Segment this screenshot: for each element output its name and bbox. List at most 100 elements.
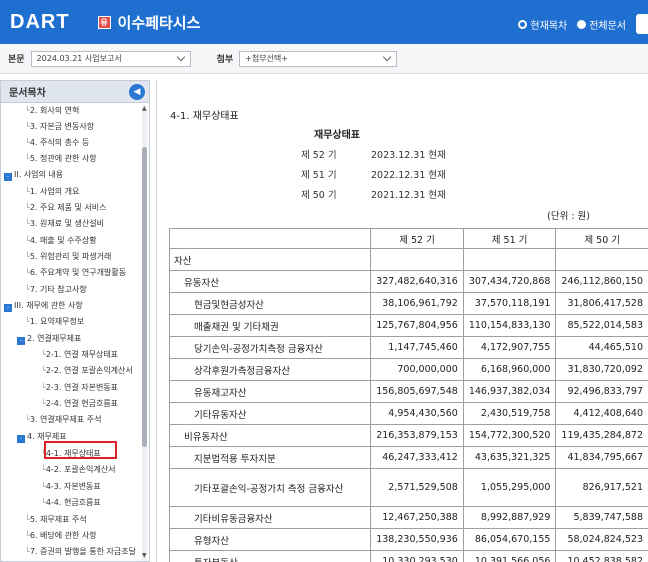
toc-item[interactable]: └4. 주식의 총수 등 — [25, 135, 89, 151]
period-date: 2023.12.31 현재 — [371, 150, 446, 161]
amount-cell — [370, 248, 464, 271]
account-name-cell: 상각후원가측정금융자산 — [168, 358, 372, 381]
toc-item[interactable]: └4. 매출 및 수주상황 — [25, 233, 97, 249]
amount-cell: 2,571,529,508 — [370, 468, 464, 507]
company-name: 이수페타시스 — [117, 13, 201, 32]
balance-sheet-table: 제 52 기 제 51 기 제 50 기 자산 유동자산 327,482,640,3… — [168, 228, 648, 562]
account-name-cell: 매출채권 및 기타채권 — [168, 314, 372, 337]
toc-item[interactable]: └3. 원재료 및 생산설비 — [25, 216, 104, 232]
document-viewer: 4-1. 재무상태표 재무상태표 제 52 기 2023.12.31 현재 제 … — [156, 80, 648, 562]
app-header: DART 유 이수페타시스 현재목차 전체문서 — [0, 0, 648, 44]
toc-item[interactable]: └7. 증권의 발행을 통한 자금조달 — [25, 544, 136, 560]
amount-cell: 700,000,000 — [370, 358, 464, 381]
amount-cell: 146,937,382,034 — [462, 380, 557, 403]
amount-cell: 58,024,824,523 — [555, 528, 648, 551]
amount-cell: 246,112,860,150 — [555, 270, 648, 293]
toc-item[interactable]: └3. 연결재무제표 주석 — [25, 412, 101, 428]
company-badge-icon: 유 — [97, 15, 111, 29]
table-row: 자산 — [168, 248, 648, 271]
toc-item[interactable]: - II. 사업의 내용 — [4, 167, 63, 183]
amount-cell: 8,992,887,929 — [462, 506, 557, 529]
amount-cell: 92,496,833,797 — [555, 380, 648, 403]
account-name-cell: 기타포괄손익-공정가치 측정 금융자산 — [168, 468, 372, 507]
radio-current-label: 현재목차 — [530, 21, 568, 32]
amount-cell: 2,430,519,758 — [462, 402, 557, 425]
amount-cell: 826,917,521 — [555, 468, 648, 507]
amount-cell: 46,247,333,412 — [370, 446, 464, 469]
toc-item[interactable]: └2-3. 연결 자본변동표 — [41, 380, 118, 396]
scroll-down-icon[interactable]: ▼ — [142, 553, 147, 559]
amount-cell: 10,452,838,582 — [555, 550, 648, 562]
toc-item[interactable]: - III. 재무에 관한 사항 — [4, 298, 83, 314]
folder-expanded-icon: - — [17, 337, 25, 345]
toc-item[interactable]: └2-1. 연결 재무상태표 — [41, 347, 118, 363]
amount-cell: 37,570,118,191 — [462, 292, 557, 315]
amount-cell: 38,106,961,792 — [370, 292, 464, 315]
radio-all-document[interactable]: 전체문서 — [577, 17, 626, 32]
account-name-cell: 유동자산 — [168, 270, 372, 293]
toc-item[interactable]: └4-4. 현금흐름표 — [41, 495, 101, 511]
scroll-up-icon[interactable]: ▲ — [142, 106, 147, 112]
period-date: 2022.12.31 현재 — [371, 170, 446, 181]
amount-cell: 44,465,510 — [555, 336, 648, 359]
sidebar-scroll-thumb[interactable] — [142, 147, 147, 447]
attach-select[interactable]: +첨부선택+ — [239, 50, 398, 67]
scope-radio-group: 현재목차 전체문서 — [518, 17, 626, 32]
toc-item[interactable]: └4-3. 자본변동표 — [41, 479, 101, 495]
table-row: 투자부동산10,330,293,53010,391,566,05610,452,… — [168, 550, 648, 562]
amount-cell: 85,522,014,583 — [555, 314, 648, 337]
radio-selected-icon — [518, 20, 528, 29]
chevron-down-icon — [382, 52, 392, 62]
table-row: 유형자산 138,230,550,936 86,054,670,155 58,024,… — [168, 528, 648, 551]
radio-current-toc[interactable]: 현재목차 — [518, 17, 567, 32]
header-edge-button[interactable] — [636, 14, 648, 34]
table-row: 비유동자산 216,353,879,153 154,772,300,520 119,4… — [168, 424, 648, 447]
amount-cell: 307,434,720,868 — [462, 270, 557, 293]
toc-item[interactable]: -2. 연결재무제표 — [17, 331, 81, 347]
amount-cell: 138,230,550,936 — [370, 528, 464, 551]
selected-item-highlight — [44, 441, 117, 459]
table-row: 지분법적용 투자지분 46,247,333,412 43,635,321,325 41… — [168, 446, 648, 469]
toc-item[interactable]: └2. 주요 제품 및 서비스 — [25, 200, 107, 216]
toc-item[interactable]: └5. 재무제표 주석 — [25, 512, 87, 528]
toc-item[interactable]: └2-4. 연결 현금흐름표 — [41, 396, 118, 412]
amount-cell: 119,435,284,872 — [555, 424, 648, 447]
section-title: 4-1. 재무상태표 — [170, 111, 239, 122]
amount-cell: 110,154,833,130 — [462, 314, 557, 337]
toc-item[interactable]: └5. 정관에 관한 사항 — [25, 151, 97, 167]
folder-expanded-icon: - — [17, 435, 25, 443]
table-row: 당기손익-공정가치측정 금융자산 1,147,745,460 4,172,907,7… — [168, 336, 648, 359]
main-doc-select[interactable]: 2024.03.21 사업보고서 — [30, 50, 191, 67]
main-doc-value: 2024.03.21 사업보고서 — [36, 54, 122, 63]
toc-item[interactable]: └1. 요약재무정보 — [25, 314, 84, 330]
account-name-cell: 투자부동산 — [168, 550, 372, 562]
period-label: 제 50 기 — [301, 190, 337, 201]
account-name-cell: 현금및현금성자산 — [168, 292, 372, 315]
amount-cell: 216,353,879,153 — [370, 424, 464, 447]
amount-cell: 12,467,250,388 — [370, 506, 464, 529]
amount-cell: 5,839,747,588 — [555, 506, 648, 529]
unit-label: (단위 : 원) — [547, 211, 590, 222]
toc-item[interactable]: └2-2. 연결 포괄손익계산서 — [41, 363, 133, 379]
toc-item[interactable]: └6. 배당에 관한 사항 — [25, 528, 97, 544]
toc-item[interactable]: └2. 회사의 연혁 — [25, 103, 79, 119]
toc-item[interactable]: └7. 기타 참고사항 — [25, 282, 87, 298]
toc-item[interactable]: └6. 주요계약 및 연구개발활동 — [25, 265, 126, 281]
table-row: 기타유동자산 4,954,430,560 2,430,519,758 4,412,40… — [168, 402, 648, 425]
attach-label: 첨부 — [216, 55, 234, 65]
amount-cell: 154,772,300,520 — [462, 424, 557, 447]
account-name-cell: 지분법적용 투자지분 — [168, 446, 372, 469]
period-date: 2021.12.31 현재 — [371, 190, 446, 201]
toc-item[interactable]: └1. 사업의 개요 — [25, 184, 79, 200]
account-name-cell: 유동재고자산 — [168, 380, 372, 403]
period-label: 제 51 기 — [301, 170, 337, 181]
table-header-row: 제 52 기 제 51 기 제 50 기 — [168, 228, 648, 249]
amount-cell: 10,391,566,056 — [462, 550, 557, 562]
amount-cell: 1,147,745,460 — [370, 336, 464, 359]
toc-item[interactable]: └4-2. 포괄손익계산서 — [41, 462, 116, 478]
toc-item[interactable]: └5. 위험관리 및 파생거래 — [25, 249, 111, 265]
collapse-sidebar-button[interactable]: ◀ — [129, 84, 145, 100]
toc-item[interactable]: └3. 자본금 변동사항 — [25, 119, 94, 135]
table-row: 상각후원가측정금융자산 700,000,000 6,168,960,000 31,83… — [168, 358, 648, 381]
dart-logo[interactable]: DART — [10, 11, 70, 34]
